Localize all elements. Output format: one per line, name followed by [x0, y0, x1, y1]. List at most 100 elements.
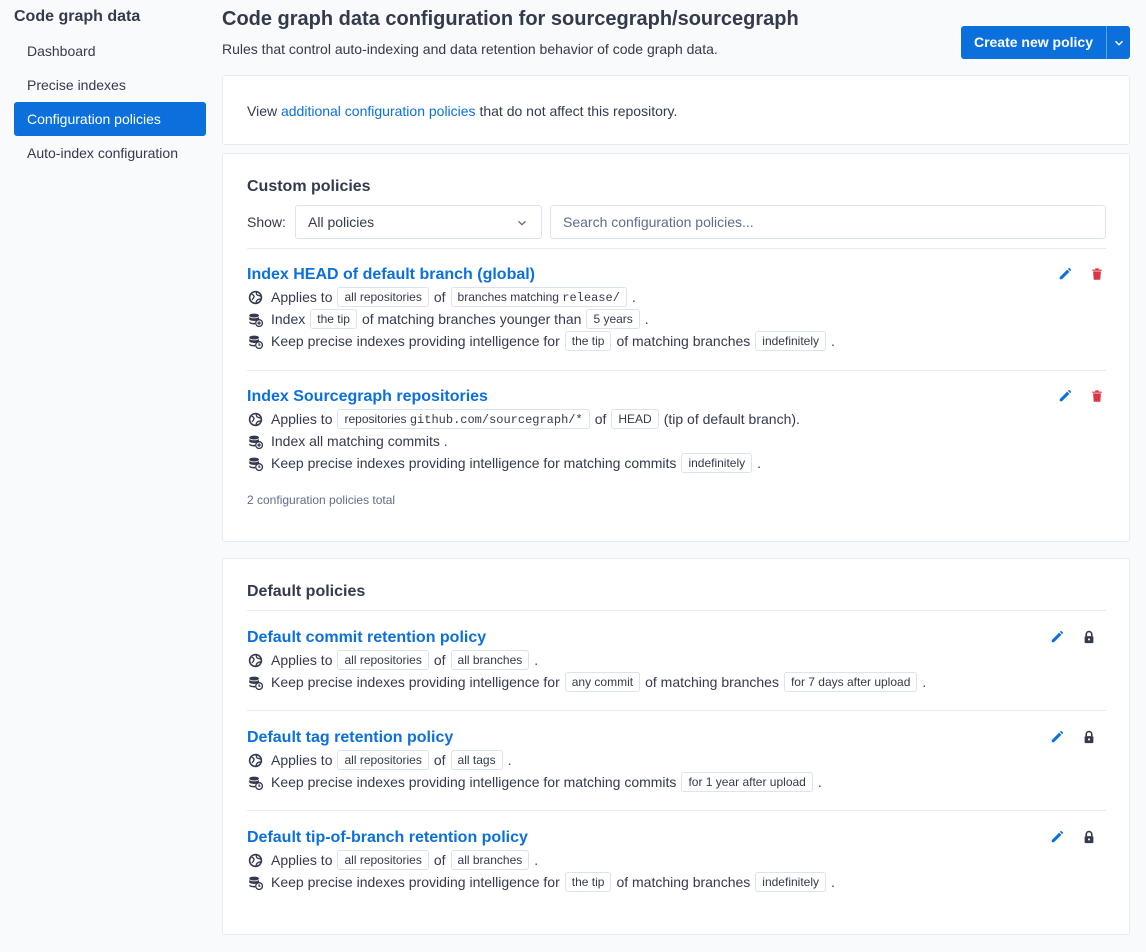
database-plus-icon — [247, 311, 263, 327]
policy-item: Default commit retention policy Applies … — [247, 627, 1106, 693]
applies-label: Applies to — [271, 652, 333, 668]
applies-label: Applies to — [271, 752, 333, 768]
info-card: View additional configuration policies t… — [222, 75, 1130, 145]
policy-name-link[interactable]: Index HEAD of default branch (global) — [247, 264, 1106, 286]
of-label: of — [433, 852, 446, 868]
policy-name-link[interactable]: Default tag retention policy — [247, 727, 1106, 749]
applies-label: Applies to — [271, 411, 333, 427]
locked-policy-indicator — [1081, 729, 1097, 745]
policy-name-link[interactable]: Index Sourcegraph repositories — [247, 386, 1106, 408]
duration-badge: for 7 days after upload — [783, 672, 918, 692]
policy-filter-select[interactable]: All policies — [295, 205, 542, 239]
delete-policy-button[interactable] — [1089, 266, 1105, 282]
period: . — [631, 289, 636, 305]
branch-badge-text: branches matching — [457, 290, 559, 304]
repository-badge: all repositories — [337, 287, 429, 307]
info-text: View additional configuration policies t… — [247, 103, 677, 119]
duration-badge: for 1 year after upload — [681, 772, 813, 792]
globe-icon — [247, 752, 263, 768]
info-suffix: that do not affect this repository. — [479, 103, 678, 119]
retention-label: Keep precise indexes providing intellige… — [271, 774, 677, 790]
period: . — [757, 455, 762, 471]
tip-badge: the tip — [310, 309, 357, 329]
tip-badge: the tip — [564, 331, 612, 351]
policy-applies-line: Applies to repositories github.com/sourc… — [247, 408, 1106, 430]
default-policies-title: Default policies — [247, 583, 366, 600]
sidebar-item-auto-index-configuration[interactable]: Auto-index configuration — [14, 136, 206, 170]
database-clock-icon — [247, 455, 263, 471]
trash-icon — [1090, 389, 1104, 403]
globe-icon — [247, 852, 263, 868]
globe-icon — [247, 289, 263, 305]
policy-item: Default tip-of-branch retention policy A… — [247, 827, 1106, 893]
of-label: of — [594, 411, 607, 427]
of-label: of — [433, 652, 446, 668]
database-clock-icon — [247, 333, 263, 349]
database-clock-icon — [247, 674, 263, 690]
lock-icon — [1082, 730, 1096, 744]
additional-policies-link[interactable]: additional configuration policies — [281, 103, 476, 119]
database-clock-icon — [247, 874, 263, 890]
divider — [247, 810, 1106, 811]
divider — [247, 610, 1106, 611]
search-input[interactable] — [550, 205, 1106, 239]
retention-label: Keep precise indexes providing intellige… — [271, 874, 560, 890]
policy-item: Index HEAD of default branch (global) Ap… — [247, 264, 1106, 352]
repository-pattern: github.com/sourcegraph/* — [409, 413, 583, 427]
show-label: Show: — [247, 214, 286, 230]
info-prefix: View — [247, 103, 278, 119]
retention-mid-text: of matching branches — [645, 674, 779, 690]
create-policy-dropdown-toggle[interactable] — [1106, 26, 1130, 59]
pencil-icon — [1050, 630, 1064, 644]
policy-name-link[interactable]: Default commit retention policy — [247, 627, 1106, 649]
applies-label: Applies to — [271, 289, 333, 305]
custom-policies-card: Custom policies Show: All policies Index… — [222, 153, 1130, 542]
pencil-icon — [1058, 267, 1072, 281]
edit-policy-button[interactable] — [1049, 629, 1065, 645]
branch-badge: HEAD — [611, 409, 659, 429]
page-subtitle: Rules that control auto-indexing and dat… — [222, 41, 718, 57]
create-new-policy-button[interactable]: Create new policy — [960, 26, 1130, 59]
policy-retention-line: Keep precise indexes providing intellige… — [247, 871, 1106, 893]
index-mid-text: of matching branches younger than — [361, 311, 582, 327]
branch-badge: branches matching release/ — [450, 287, 627, 307]
period: . — [922, 674, 927, 690]
of-label: of — [433, 289, 446, 305]
policy-item: Default tag retention policy Applies to … — [247, 727, 1106, 793]
default-policies-card: Default policies Default commit retentio… — [222, 558, 1130, 935]
policy-applies-line: Applies to all repositories of all tags … — [247, 749, 1106, 771]
duration-badge: indefinitely — [755, 872, 826, 892]
policy-name-link[interactable]: Default tip-of-branch retention policy — [247, 827, 1106, 849]
globe-icon — [247, 652, 263, 668]
policy-applies-line: Applies to all repositories of branches … — [247, 286, 1106, 308]
edit-policy-button[interactable] — [1057, 266, 1073, 282]
policies-total-count: 2 configuration policies total — [247, 493, 396, 507]
policy-index-line: Index the tip of matching branches young… — [247, 308, 1106, 330]
sidebar-item-dashboard[interactable]: Dashboard — [14, 34, 206, 68]
lock-icon — [1082, 830, 1096, 844]
repository-badge: all repositories — [337, 650, 429, 670]
applies-label: Applies to — [271, 852, 333, 868]
edit-policy-button[interactable] — [1049, 729, 1065, 745]
retention-label: Keep precise indexes providing intellige… — [271, 674, 560, 690]
tag-badge: all tags — [450, 750, 503, 770]
retention-mid-text: of matching branches — [616, 333, 751, 349]
retention-label: Keep precise indexes providing intellige… — [271, 333, 560, 349]
age-badge: 5 years — [586, 309, 640, 329]
delete-policy-button[interactable] — [1089, 388, 1105, 404]
period: . — [831, 333, 835, 349]
divider — [247, 710, 1106, 711]
sidebar-title: Code graph data — [14, 8, 141, 25]
sidebar-item-precise-indexes[interactable]: Precise indexes — [14, 68, 206, 102]
edit-policy-button[interactable] — [1057, 388, 1073, 404]
edit-policy-button[interactable] — [1049, 829, 1065, 845]
period: . — [831, 874, 835, 890]
branch-badge: all branches — [450, 850, 530, 870]
branch-badge: all branches — [450, 650, 530, 670]
repository-badge: all repositories — [337, 850, 429, 870]
retention-label: Keep precise indexes providing intellige… — [271, 455, 677, 471]
database-plus-icon — [247, 433, 263, 449]
create-new-policy-label[interactable]: Create new policy — [961, 26, 1106, 59]
chevron-down-icon — [515, 216, 529, 230]
sidebar-item-configuration-policies[interactable]: Configuration policies — [14, 102, 206, 136]
